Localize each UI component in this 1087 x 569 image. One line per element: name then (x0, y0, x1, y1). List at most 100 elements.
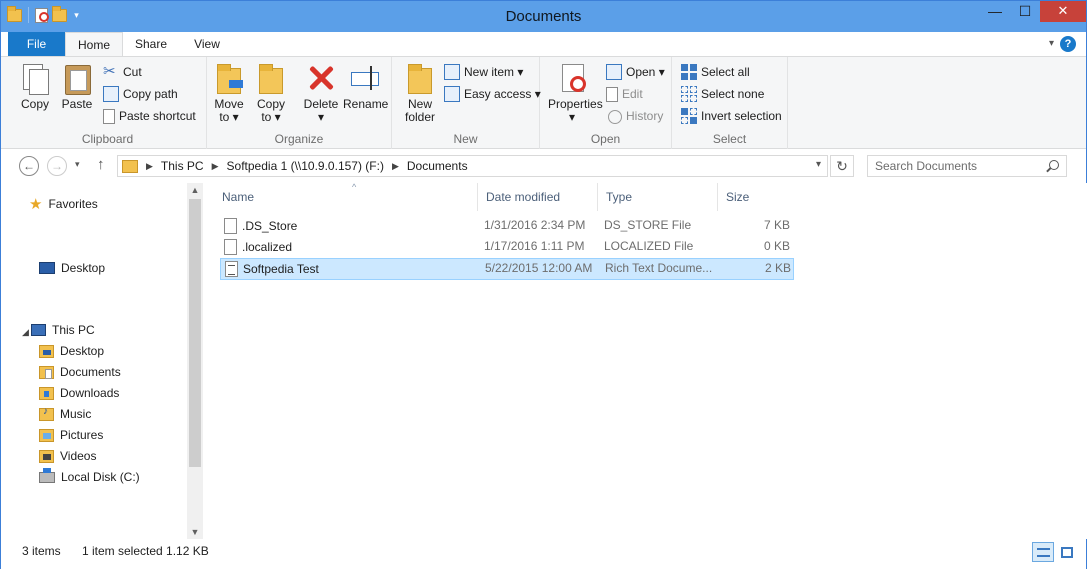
forward-button[interactable]: → (47, 156, 67, 176)
search-input[interactable]: Search Documents (867, 155, 1067, 177)
column-header-date[interactable]: Date modified (478, 183, 598, 211)
details-view-icon (1037, 548, 1050, 557)
nav-pictures[interactable]: Pictures (39, 425, 103, 445)
file-size: 7 KB (763, 218, 790, 232)
file-size: 0 KB (763, 239, 790, 253)
file-date: 1/31/2016 2:34 PM (484, 218, 586, 232)
address-dropdown-icon[interactable]: ▾ (816, 159, 821, 170)
open-label: Open ▾ (626, 65, 665, 79)
window-title: Documents (505, 8, 582, 25)
nav-this-pc-label: This PC (52, 323, 95, 337)
title-bar[interactable]: ▾ Documents — ☐ ✕ (1, 1, 1086, 32)
nav-desktop-root[interactable]: Desktop (39, 258, 105, 278)
tab-file[interactable]: File (8, 32, 65, 56)
column-header-type[interactable]: Type (598, 183, 718, 211)
scissors-icon (103, 62, 119, 80)
rename-button[interactable]: Rename (343, 62, 388, 111)
nav-favorites[interactable]: ★ Favorites (29, 194, 98, 214)
chevron-down-icon[interactable]: ▾ (1049, 38, 1054, 49)
tab-view[interactable]: View (181, 32, 233, 56)
ribbon: Copy Paste Cut Copy path Paste shortcut … (1, 56, 1086, 149)
new-item-button[interactable]: New item ▾ (444, 62, 523, 82)
chevron-right-icon[interactable]: ▶ (146, 161, 153, 172)
hard-drive-icon (39, 467, 55, 483)
navigation-pane: ★ Favorites Desktop ◢ This PC Desktop Do… (1, 183, 203, 539)
nav-this-pc[interactable]: This PC (31, 320, 95, 340)
column-header-size[interactable]: Size (718, 183, 794, 211)
paste-shortcut-button[interactable]: Paste shortcut (103, 106, 196, 126)
expand-icon[interactable]: ◢ (22, 327, 29, 338)
file-size: 2 KB (764, 261, 791, 275)
tab-share[interactable]: Share (127, 32, 175, 56)
breadcrumb-network-drive[interactable]: Softpedia 1 (\\10.9.0.157) (F:) (227, 159, 384, 173)
organize-group-label: Organize (274, 132, 324, 146)
back-button[interactable]: ← (19, 156, 39, 176)
properties-dropdown-icon[interactable]: ▾ (548, 111, 596, 124)
minimize-button[interactable]: — (980, 1, 1010, 22)
scroll-thumb[interactable] (189, 199, 201, 467)
breadcrumb-this-pc[interactable]: This PC (161, 159, 204, 173)
chevron-right-icon[interactable]: ▶ (392, 161, 399, 172)
copy-button[interactable]: Copy (13, 62, 57, 111)
cut-button[interactable]: Cut (103, 62, 142, 82)
nav-music[interactable]: Music (39, 404, 91, 424)
properties-button[interactable]: Properties ▾ (548, 62, 603, 124)
select-group: Select all Select none Invert selection … (672, 57, 788, 149)
copy-to-label-2: to ▾ (261, 110, 281, 124)
file-row[interactable]: .DS_Store 1/31/2016 2:34 PM DS_STORE Fil… (220, 216, 794, 236)
search-icon[interactable] (1049, 160, 1059, 170)
column-type-label: Type (606, 190, 633, 204)
select-group-label: Select (712, 132, 747, 146)
select-none-icon (681, 86, 697, 102)
recent-locations-icon[interactable]: ▾ (75, 159, 80, 170)
address-bar[interactable]: ▶ This PC ▶ Softpedia 1 (\\10.9.0.157) (… (117, 155, 828, 177)
nav-scrollbar[interactable]: ▲ ▼ (187, 183, 203, 539)
scroll-up-icon[interactable]: ▲ (187, 185, 203, 195)
paste-button[interactable]: Paste (55, 62, 99, 111)
select-none-button[interactable]: Select none (681, 84, 764, 104)
delete-dropdown-icon[interactable]: ▾ (299, 111, 343, 124)
nav-documents[interactable]: Documents (39, 362, 121, 382)
star-icon: ★ (29, 196, 43, 213)
up-button[interactable]: ↑ (97, 156, 105, 173)
open-button[interactable]: Open ▾ (606, 62, 665, 82)
nav-downloads[interactable]: Downloads (39, 383, 119, 403)
details-view-button[interactable] (1032, 542, 1054, 562)
breadcrumb-documents[interactable]: Documents (407, 159, 468, 173)
select-all-button[interactable]: Select all (681, 62, 750, 82)
nav-desktop[interactable]: Desktop (39, 341, 104, 361)
column-header-name[interactable]: ^ Name (214, 182, 478, 211)
copy-path-icon (103, 86, 119, 102)
edit-label: Edit (622, 87, 643, 101)
file-date: 1/17/2016 1:11 PM (484, 239, 585, 253)
clipboard-group: Copy Paste Cut Copy path Paste shortcut … (9, 57, 207, 149)
large-icons-view-button[interactable] (1056, 542, 1078, 562)
delete-button[interactable]: Delete ▾ (299, 62, 343, 124)
nav-music-label: Music (60, 407, 92, 421)
history-button[interactable]: History (606, 106, 663, 126)
easy-access-button[interactable]: Easy access ▾ (444, 84, 541, 104)
edit-button[interactable]: Edit (606, 84, 643, 104)
file-name: .localized (242, 240, 293, 254)
nav-local-disk[interactable]: Local Disk (C:) (39, 467, 140, 487)
refresh-button[interactable]: ↻ (830, 155, 854, 177)
help-icon[interactable]: ? (1060, 36, 1076, 52)
chevron-right-icon[interactable]: ▶ (212, 161, 219, 172)
file-row-selected[interactable]: Softpedia Test 5/22/2015 12:00 AM Rich T… (220, 258, 794, 280)
new-folder-button[interactable]: New folder (398, 62, 442, 124)
copy-path-button[interactable]: Copy path (103, 84, 178, 104)
maximize-button[interactable]: ☐ (1010, 1, 1040, 22)
copy-to-button[interactable]: Copy to ▾ (249, 62, 293, 124)
move-to-button[interactable]: Move to ▾ (207, 62, 251, 124)
invert-selection-button[interactable]: Invert selection (681, 106, 782, 126)
new-group-label: New (453, 132, 478, 146)
new-folder-icon (404, 62, 436, 94)
scroll-down-icon[interactable]: ▼ (187, 527, 203, 537)
new-item-label: New item ▾ (464, 65, 524, 79)
documents-folder-icon (39, 365, 54, 379)
tab-home[interactable]: Home (65, 32, 123, 57)
close-button[interactable]: ✕ (1040, 1, 1086, 22)
file-row[interactable]: .localized 1/17/2016 1:11 PM LOCALIZED F… (220, 237, 794, 257)
nav-videos[interactable]: Videos (39, 446, 96, 466)
nav-favorites-label: Favorites (48, 197, 98, 211)
